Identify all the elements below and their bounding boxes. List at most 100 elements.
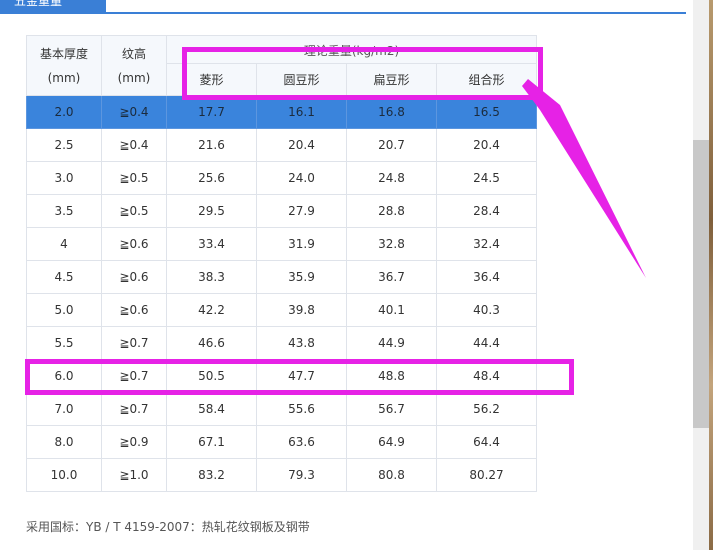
cell-ridge: ≧0.5: [101, 194, 167, 228]
cell-combined: 36.4: [436, 260, 537, 294]
cell-round-bean: 24.0: [256, 161, 347, 195]
cell-ridge: ≧0.6: [101, 293, 167, 327]
cell-round-bean: 63.6: [256, 425, 347, 459]
cell-diamond: 17.7: [166, 95, 257, 129]
cell-thickness: 2.0: [26, 95, 102, 129]
cell-round-bean: 16.1: [256, 95, 347, 129]
cell-thickness: 4.5: [26, 260, 102, 294]
cell-flat-bean: 32.8: [346, 227, 437, 261]
cell-thickness: 5.0: [26, 293, 102, 327]
cell-ridge: ≧0.7: [101, 359, 167, 393]
table-row[interactable]: 5.5 ≧0.7 46.6 43.8 44.9 44.4: [26, 326, 537, 360]
cell-diamond: 50.5: [166, 359, 257, 393]
cell-round-bean: 47.7: [256, 359, 347, 393]
cell-thickness: 3.5: [26, 194, 102, 228]
cell-combined: 16.5: [436, 95, 537, 129]
cell-flat-bean: 80.8: [346, 458, 437, 492]
cell-diamond: 46.6: [166, 326, 257, 360]
cell-flat-bean: 20.7: [346, 128, 437, 162]
cell-round-bean: 20.4: [256, 128, 347, 162]
table-row[interactable]: 4 ≧0.6 33.4 31.9 32.8 32.4: [26, 227, 537, 261]
cell-round-bean: 79.3: [256, 458, 347, 492]
cell-flat-bean: 48.8: [346, 359, 437, 393]
cell-round-bean: 35.9: [256, 260, 347, 294]
header-round-bean: 圆豆形: [256, 63, 347, 96]
cell-round-bean: 27.9: [256, 194, 347, 228]
cell-thickness: 2.5: [26, 128, 102, 162]
header-thickness: 基本厚度 (mm): [26, 35, 102, 96]
cell-ridge: ≧0.6: [101, 227, 167, 261]
cell-ridge: ≧1.0: [101, 458, 167, 492]
scrollbar-thumb[interactable]: [693, 140, 709, 428]
cell-flat-bean: 24.8: [346, 161, 437, 195]
weight-table-container: 基本厚度 (mm) 纹高 (mm) 理论重量(kg/m2) 菱形 圆豆形 扁豆形…: [26, 35, 537, 492]
cell-combined: 32.4: [436, 227, 537, 261]
cell-thickness: 8.0: [26, 425, 102, 459]
cell-diamond: 38.3: [166, 260, 257, 294]
background-photo-edge: [709, 0, 713, 550]
table-row[interactable]: 10.0 ≧1.0 83.2 79.3 80.8 80.27: [26, 458, 537, 492]
header-ridge-label: 纹高: [121, 46, 146, 61]
cell-combined: 80.27: [436, 458, 537, 492]
header-flat-bean: 扁豆形: [346, 63, 437, 96]
header-thickness-unit: (mm): [47, 70, 81, 85]
weight-table: 基本厚度 (mm) 纹高 (mm) 理论重量(kg/m2) 菱形 圆豆形 扁豆形…: [26, 35, 537, 492]
cell-diamond: 25.6: [166, 161, 257, 195]
cell-combined: 56.2: [436, 392, 537, 426]
cell-thickness: 6.0: [26, 359, 102, 393]
cell-flat-bean: 56.7: [346, 392, 437, 426]
cell-diamond: 83.2: [166, 458, 257, 492]
cell-ridge: ≧0.5: [101, 161, 167, 195]
cell-flat-bean: 44.9: [346, 326, 437, 360]
standard-footnote: 采用国标：YB / T 4159-2007：热轧花纹钢板及钢带: [26, 520, 310, 534]
header-theoretical-weight: 理论重量(kg/m2): [166, 35, 537, 64]
cell-ridge: ≧0.7: [101, 326, 167, 360]
cell-combined: 20.4: [436, 128, 537, 162]
table-row[interactable]: 8.0 ≧0.9 67.1 63.6 64.9 64.4: [26, 425, 537, 459]
header-ridge-unit: (mm): [117, 70, 151, 85]
table-row[interactable]: 6.0 ≧0.7 50.5 47.7 48.8 48.4: [26, 359, 537, 393]
cell-round-bean: 55.6: [256, 392, 347, 426]
cell-round-bean: 31.9: [256, 227, 347, 261]
cell-diamond: 58.4: [166, 392, 257, 426]
cell-round-bean: 39.8: [256, 293, 347, 327]
cell-flat-bean: 40.1: [346, 293, 437, 327]
cell-combined: 64.4: [436, 425, 537, 459]
tab-underline: [0, 12, 686, 14]
cell-ridge: ≧0.7: [101, 392, 167, 426]
cell-thickness: 10.0: [26, 458, 102, 492]
cell-flat-bean: 36.7: [346, 260, 437, 294]
annotation-arrow-shape: [522, 79, 646, 278]
header-combined: 组合形: [436, 63, 537, 96]
table-row[interactable]: 2.0 ≧0.4 17.7 16.1 16.8 16.5: [26, 95, 537, 129]
cell-combined: 40.3: [436, 293, 537, 327]
cell-flat-bean: 16.8: [346, 95, 437, 129]
cell-flat-bean: 64.9: [346, 425, 437, 459]
tab-weight[interactable]: 五金重量: [0, 0, 106, 12]
header-diamond: 菱形: [166, 63, 257, 96]
cell-diamond: 67.1: [166, 425, 257, 459]
cell-diamond: 21.6: [166, 128, 257, 162]
cell-diamond: 29.5: [166, 194, 257, 228]
table-row[interactable]: 3.5 ≧0.5 29.5 27.9 28.8 28.4: [26, 194, 537, 228]
table-row[interactable]: 4.5 ≧0.6 38.3 35.9 36.7 36.4: [26, 260, 537, 294]
cell-thickness: 5.5: [26, 326, 102, 360]
cell-combined: 48.4: [436, 359, 537, 393]
cell-thickness: 4: [26, 227, 102, 261]
header-thickness-label: 基本厚度: [39, 46, 88, 61]
cell-round-bean: 43.8: [256, 326, 347, 360]
cell-ridge: ≧0.4: [101, 95, 167, 129]
table-row[interactable]: 5.0 ≧0.6 42.2 39.8 40.1 40.3: [26, 293, 537, 327]
header-theoretical-weight-label: 理论重量(kg/m2): [303, 44, 400, 58]
cell-diamond: 42.2: [166, 293, 257, 327]
cell-ridge: ≧0.9: [101, 425, 167, 459]
cell-combined: 24.5: [436, 161, 537, 195]
table-row[interactable]: 7.0 ≧0.7 58.4 55.6 56.7 56.2: [26, 392, 537, 426]
header-ridge: 纹高 (mm): [101, 35, 167, 96]
table-row[interactable]: 2.5 ≧0.4 21.6 20.4 20.7 20.4: [26, 128, 537, 162]
table-body: 2.0 ≧0.4 17.7 16.1 16.8 16.5 2.5 ≧0.4 21.6 20.4 20…: [26, 95, 537, 492]
table-row[interactable]: 3.0 ≧0.5 25.6 24.0 24.8 24.5: [26, 161, 537, 195]
tab-strip: 五金重量: [0, 0, 686, 14]
cell-combined: 44.4: [436, 326, 537, 360]
cell-ridge: ≧0.4: [101, 128, 167, 162]
